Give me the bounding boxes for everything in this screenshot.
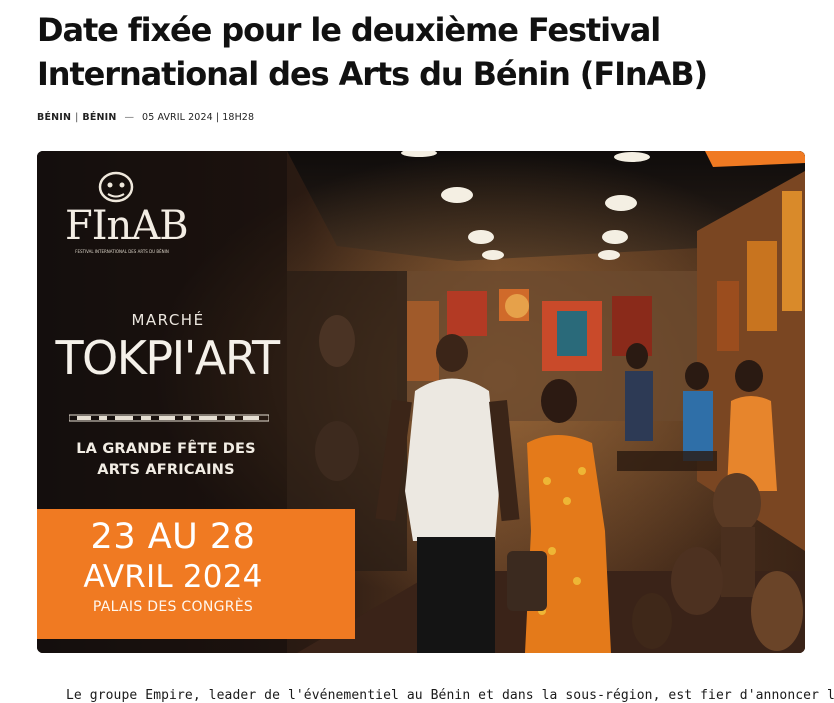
meta-separator: | [75, 111, 79, 123]
meta-dash: — [124, 111, 135, 123]
decorative-pattern [69, 414, 269, 422]
poster-tagline: LA GRANDE FÊTE DES ARTS AFRICAINS [55, 439, 277, 481]
poster-event-name: TOKPI'ART [55, 331, 280, 385]
category-link[interactable]: BÉNIN [82, 112, 116, 123]
event-venue: PALAIS DES CONGRÈS [92, 599, 254, 615]
featured-image: FInAB FESTIVAL INTERNATIONAL DES ARTS DU… [37, 151, 805, 653]
festival-logo: FInAB [65, 203, 189, 249]
tagline-line-1: LA GRANDE FÊTE DES [76, 441, 256, 457]
publish-date: 05 AVRIL 2024 | 18H28 [142, 111, 255, 123]
article-title: Date fixée pour le deuxième Festival Int… [37, 11, 708, 93]
article-lead-paragraph: Le groupe Empire, leader de l'événementi… [66, 688, 834, 703]
category-link[interactable]: BÉNIN [37, 112, 71, 123]
event-dates: 23 AU 28 [90, 517, 256, 557]
festival-logo-subtitle: FESTIVAL INTERNATIONAL DES ARTS DU BÉNIN [75, 249, 169, 254]
tagline-line-2: ARTS AFRICAINS [97, 462, 235, 478]
article-meta: BÉNIN | BÉNIN — 05 AVRIL 2024 | 18H28 [37, 110, 254, 124]
event-month-year: AVRIL 2024 [83, 559, 263, 595]
